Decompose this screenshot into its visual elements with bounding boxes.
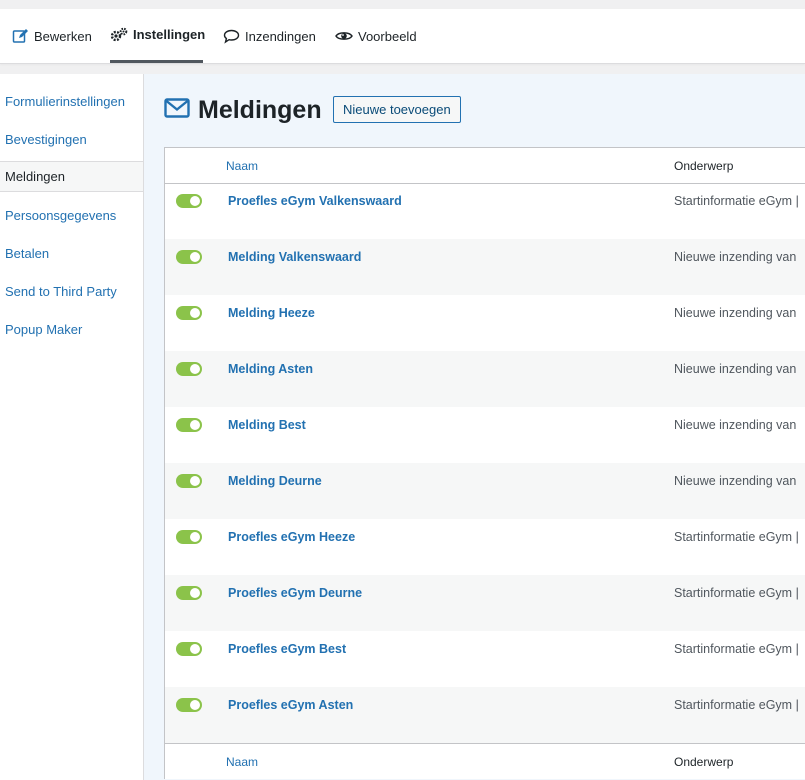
tab-bewerken[interactable]: Bewerken [12, 9, 92, 63]
notification-subject: Startinformatie eGym | [674, 698, 799, 712]
page-title: Meldingen [198, 95, 322, 124]
sidebar-item-label: Bevestigingen [5, 132, 87, 147]
tab-instellingen[interactable]: Instellingen [110, 9, 206, 63]
tab-voorbeeld[interactable]: Voorbeeld [335, 9, 417, 63]
active-toggle[interactable] [176, 194, 202, 208]
active-toggle[interactable] [176, 362, 202, 376]
add-new-button[interactable]: Nieuwe toevoegen [333, 96, 461, 123]
table-header: Naam Onderwerp [165, 148, 805, 184]
table-row: Proefles eGym Asten Startinformatie eGym … [165, 687, 805, 743]
notification-subject: Startinformatie eGym | [674, 194, 799, 208]
table-row: Melding Heeze Nieuwe inzending van [165, 295, 805, 351]
notification-name-link[interactable]: Proefles eGym Asten [228, 698, 353, 712]
sidebar-item-send-to-third-party[interactable]: Send to Third Party [0, 276, 143, 307]
active-toggle[interactable] [176, 250, 202, 264]
notification-name-link[interactable]: Proefles eGym Valkenswaard [228, 194, 402, 208]
tab-bewerken-label: Bewerken [34, 28, 92, 44]
notification-name-link[interactable]: Proefles eGym Best [228, 642, 346, 656]
notifications-table: Naam Onderwerp Proefles eGym Valkenswaar… [164, 147, 805, 779]
page-heading: Meldingen [164, 94, 322, 126]
sidebar-item-persoonsgegevens[interactable]: Persoonsgegevens [0, 200, 143, 231]
active-toggle[interactable] [176, 474, 202, 488]
tab-voorbeeld-label: Voorbeeld [358, 28, 417, 44]
notification-name-link[interactable]: Melding Asten [228, 362, 313, 376]
notification-subject: Nieuwe inzending van [674, 362, 797, 376]
settings-sidebar: Formulierinstellingen Bevestigingen Meld… [0, 74, 144, 780]
active-toggle[interactable] [176, 642, 202, 656]
notification-name-link[interactable]: Proefles eGym Deurne [228, 586, 362, 600]
notification-subject: Nieuwe inzending van [674, 418, 797, 432]
edit-icon [12, 28, 29, 44]
active-toggle[interactable] [176, 698, 202, 712]
tab-instellingen-label: Instellingen [133, 27, 206, 42]
sidebar-item-label: Meldingen [5, 169, 65, 184]
table-row: Melding Valkenswaard Nieuwe inzending van [165, 239, 805, 295]
active-toggle[interactable] [176, 306, 202, 320]
column-header-name[interactable]: Naam [226, 148, 258, 183]
main-content: Meldingen Nieuwe toevoegen Naam Onderwer… [144, 74, 805, 780]
tab-inzendingen[interactable]: Inzendingen [223, 9, 316, 63]
notification-subject: Nieuwe inzending van [674, 250, 797, 264]
speech-bubble-icon [223, 28, 240, 44]
active-toggle[interactable] [176, 586, 202, 600]
top-strip [0, 0, 805, 9]
tab-inzendingen-label: Inzendingen [245, 28, 316, 44]
sidebar-item-label: Betalen [5, 246, 50, 261]
notification-name-link[interactable]: Melding Heeze [228, 306, 315, 320]
column-header-subject: Onderwerp [674, 158, 734, 173]
sidebar-item-formulierinstellingen[interactable]: Formulierinstellingen [0, 86, 143, 117]
envelope-icon [164, 97, 190, 124]
notification-subject: Nieuwe inzending van [674, 306, 797, 320]
table-row: Melding Deurne Nieuwe inzending van [165, 463, 805, 519]
table-row: Proefles eGym Best Startinformatie eGym | [165, 631, 805, 687]
eye-icon [335, 28, 353, 44]
column-footer-subject: Onderwerp [674, 754, 734, 769]
sidebar-item-label: Persoonsgegevens [5, 208, 117, 223]
table-row: Melding Best Nieuwe inzending van [165, 407, 805, 463]
sidebar-item-label: Popup Maker [5, 322, 83, 337]
table-footer: Naam Onderwerp [165, 743, 805, 779]
sidebar-item-label: Send to Third Party [5, 284, 117, 299]
notification-subject: Nieuwe inzending van [674, 474, 797, 488]
sidebar-item-label: Formulierinstellingen [5, 94, 125, 109]
notification-name-link[interactable]: Melding Deurne [228, 474, 322, 488]
notification-subject: Startinformatie eGym | [674, 586, 799, 600]
column-footer-name[interactable]: Naam [226, 744, 258, 779]
table-row: Proefles eGym Valkenswaard Startinformati… [165, 183, 805, 239]
sidebar-item-betalen[interactable]: Betalen [0, 238, 143, 269]
sidebar-item-meldingen[interactable]: Meldingen [0, 161, 143, 192]
notification-name-link[interactable]: Proefles eGym Heeze [228, 530, 355, 544]
active-toggle[interactable] [176, 418, 202, 432]
table-row: Proefles eGym Heeze Startinformatie eGym … [165, 519, 805, 575]
gears-icon [110, 27, 128, 43]
table-row: Proefles eGym Deurne Startinformatie eGym… [165, 575, 805, 631]
table-row: Melding Asten Nieuwe inzending van [165, 351, 805, 407]
notification-name-link[interactable]: Melding Valkenswaard [228, 250, 361, 264]
sidebar-item-bevestigingen[interactable]: Bevestigingen [0, 124, 143, 155]
notification-name-link[interactable]: Melding Best [228, 418, 306, 432]
form-toolbar: Bewerken Instellingen Inzendingen Voorbe… [0, 9, 805, 64]
sidebar-item-popup-maker[interactable]: Popup Maker [0, 314, 143, 345]
active-toggle[interactable] [176, 530, 202, 544]
notification-subject: Startinformatie eGym | [674, 642, 799, 656]
notification-subject: Startinformatie eGym | [674, 530, 799, 544]
